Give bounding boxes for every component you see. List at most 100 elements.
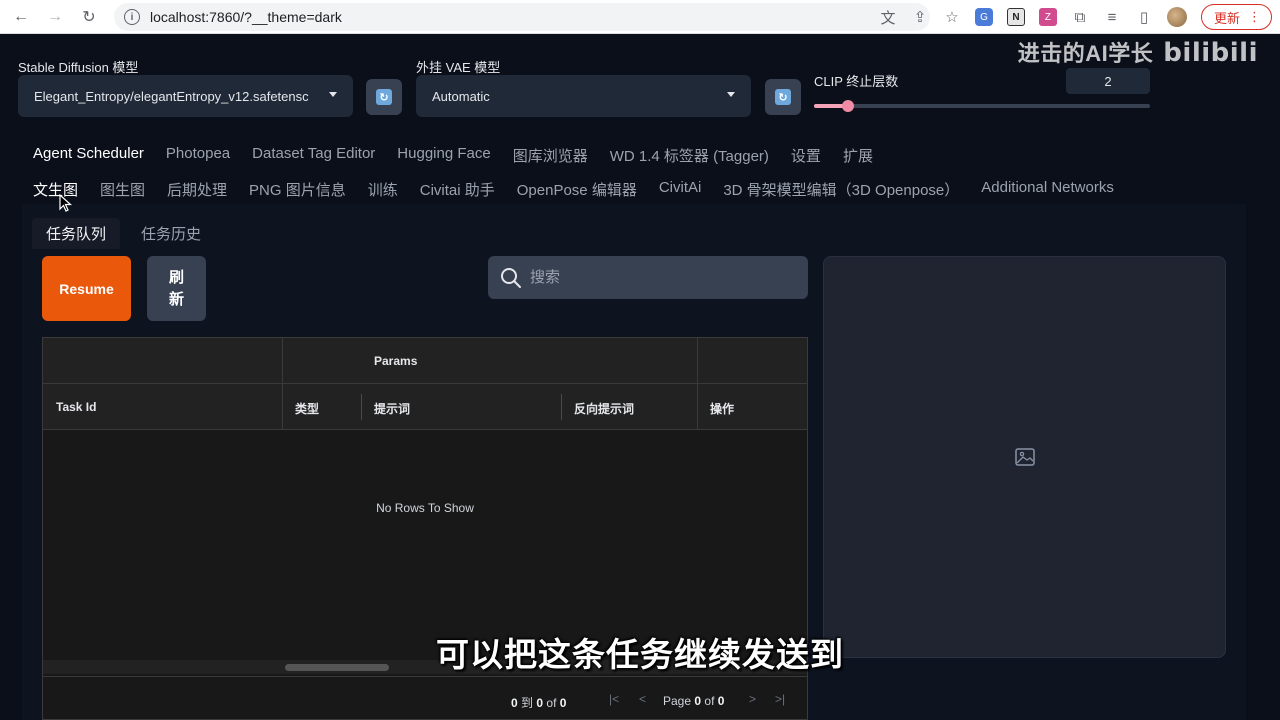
update-button[interactable]: 更新 ⋮ xyxy=(1200,4,1272,30)
column-divider xyxy=(697,338,698,430)
image-preview-area xyxy=(823,256,1226,658)
clip-skip-slider[interactable] xyxy=(814,100,1150,112)
tab-train[interactable]: 训练 xyxy=(357,179,409,200)
params-group-header: Params xyxy=(374,354,418,368)
page-indicator: Page 0 of 0 xyxy=(663,694,724,708)
refresh-icon: ↻ xyxy=(775,89,791,105)
tab-civitai[interactable]: CivitAi xyxy=(648,179,713,200)
first-page-icon[interactable]: |< xyxy=(609,692,619,706)
column-actions[interactable]: 操作 xyxy=(710,400,734,417)
sd-model-label: Stable Diffusion 模型 xyxy=(18,60,139,75)
tab-extensions[interactable]: 扩展 xyxy=(832,145,884,166)
column-negative-prompt[interactable]: 反向提示词 xyxy=(574,400,634,417)
tab-image-browser[interactable]: 图库浏览器 xyxy=(502,145,599,166)
extensions-puzzle-icon[interactable]: ⧉ xyxy=(1071,8,1089,26)
update-label: 更新 xyxy=(1213,10,1240,26)
row-total: 0 xyxy=(559,696,567,710)
resume-button[interactable]: Resume xyxy=(42,256,131,321)
no-rows-message: No Rows To Show xyxy=(376,501,474,515)
tab-img2img[interactable]: 图生图 xyxy=(89,179,156,200)
mouse-cursor-icon xyxy=(59,194,73,212)
tab-extras[interactable]: 后期处理 xyxy=(156,179,238,200)
previous-page-icon[interactable]: < xyxy=(639,692,646,706)
refresh-models-button[interactable]: ↻ xyxy=(366,79,402,115)
tab-wd-tagger[interactable]: WD 1.4 标签器 (Tagger) xyxy=(599,145,780,166)
browser-actions: 文 ⇪ ☆ G N Z ⧉ ≡ ▯ 更新 ⋮ xyxy=(879,3,1272,31)
address-bar[interactable]: i localhost:7860/?__theme=dark xyxy=(114,3,930,31)
more-menu-icon: ⋮ xyxy=(1248,9,1261,24)
task-search-box[interactable] xyxy=(488,256,808,299)
column-divider xyxy=(282,338,283,430)
refresh-button[interactable]: 刷新 xyxy=(147,256,206,321)
row-from: 0 xyxy=(511,696,518,710)
reload-icon[interactable]: ↻ xyxy=(74,2,104,32)
column-resize-handle[interactable] xyxy=(561,394,562,420)
vae-dropdown[interactable]: Automatic xyxy=(416,75,751,117)
row-summary: 0 到 0 of 0 xyxy=(511,694,566,711)
tabs-row-1: Agent Scheduler Photopea Dataset Tag Edi… xyxy=(22,145,884,166)
translate-icon[interactable]: 文 xyxy=(879,8,897,27)
forward-icon[interactable]: → xyxy=(40,2,70,32)
video-watermark: 进击的AI学长 bilibili xyxy=(1018,36,1258,68)
sd-model-dropdown[interactable]: Elegant_Entropy/elegantEntropy_v12.safet… xyxy=(18,75,353,117)
sd-model-value: Elegant_Entropy/elegantEntropy_v12.safet… xyxy=(34,88,309,104)
back-icon[interactable]: ← xyxy=(6,2,36,32)
last-page-icon[interactable]: >| xyxy=(775,692,785,706)
tab-dataset-tag-editor[interactable]: Dataset Tag Editor xyxy=(241,145,386,166)
translator-extension-icon[interactable]: G xyxy=(974,8,993,26)
column-resize-handle[interactable] xyxy=(361,394,362,420)
vae-label: 外挂 VAE 模型 xyxy=(416,60,501,75)
site-info-icon[interactable]: i xyxy=(124,9,140,25)
page-current: 0 xyxy=(694,694,702,708)
clip-skip-label: CLIP 终止层数 xyxy=(814,74,899,89)
page-of-word: of xyxy=(704,694,715,708)
share-icon[interactable]: ⇪ xyxy=(911,8,929,26)
refresh-icon: ↻ xyxy=(376,89,392,105)
tabs-row-2: 文生图 图生图 后期处理 PNG 图片信息 训练 Civitai 助手 Open… xyxy=(22,179,1125,200)
grid-header-row: Task Id 类型 提示词 反向提示词 操作 xyxy=(43,384,807,430)
row-of-word: of xyxy=(546,696,557,710)
clip-skip-number-input[interactable]: 2 xyxy=(1066,68,1150,94)
chevron-down-icon xyxy=(329,92,337,97)
tab-openpose-editor[interactable]: OpenPose 编辑器 xyxy=(506,179,648,200)
tab-agent-scheduler[interactable]: Agent Scheduler xyxy=(22,145,155,166)
tab-txt2img[interactable]: 文生图 xyxy=(22,179,89,200)
watermark-author: 进击的AI学长 xyxy=(1017,41,1154,66)
grid-pagination: 0 到 0 of 0 |< < Page 0 of 0 > >| xyxy=(43,676,807,720)
row-to: 0 xyxy=(536,696,544,710)
clip-skip-slider-handle[interactable] xyxy=(842,100,854,112)
page-word: Page xyxy=(663,694,692,708)
tab-settings[interactable]: 设置 xyxy=(780,145,832,166)
vae-value: Automatic xyxy=(432,88,490,104)
reading-list-icon[interactable]: ≡ xyxy=(1103,8,1121,26)
row-to-word: 到 xyxy=(521,696,534,710)
tab-task-history[interactable]: 任务历史 xyxy=(127,218,215,249)
video-subtitle: 可以把这条任务继续发送到 xyxy=(436,636,844,673)
chevron-down-icon xyxy=(727,92,735,97)
refresh-vae-button[interactable]: ↻ xyxy=(765,79,801,115)
profile-avatar[interactable] xyxy=(1166,7,1187,27)
side-panel-icon[interactable]: ▯ xyxy=(1135,8,1153,26)
tab-task-queue[interactable]: 任务队列 xyxy=(32,218,121,249)
search-input[interactable] xyxy=(530,269,790,286)
column-prompt[interactable]: 提示词 xyxy=(374,400,410,417)
pink-extension-icon[interactable]: Z xyxy=(1038,8,1057,26)
tab-png-info[interactable]: PNG 图片信息 xyxy=(238,179,357,200)
tab-3d-openpose[interactable]: 3D 骨架模型编辑（3D Openpose） xyxy=(712,179,970,200)
browser-toolbar: ← → ↻ i localhost:7860/?__theme=dark 文 ⇪… xyxy=(0,0,1280,34)
url-text: localhost:7860/?__theme=dark xyxy=(150,9,342,25)
search-icon xyxy=(501,267,521,288)
next-page-icon[interactable]: > xyxy=(749,692,756,706)
image-placeholder-icon xyxy=(1014,448,1035,466)
tab-hugging-face[interactable]: Hugging Face xyxy=(386,145,501,166)
tab-additional-networks[interactable]: Additional Networks xyxy=(970,179,1125,200)
column-task-id[interactable]: Task Id xyxy=(56,400,96,414)
tab-civitai-helper[interactable]: Civitai 助手 xyxy=(409,179,506,200)
bookmark-star-icon[interactable]: ☆ xyxy=(943,8,961,26)
notion-extension-icon[interactable]: N xyxy=(1006,8,1025,26)
grid-group-header-row: Params xyxy=(43,338,807,384)
page-total: 0 xyxy=(717,694,725,708)
bilibili-logo: bilibili xyxy=(1163,38,1258,68)
tab-photopea[interactable]: Photopea xyxy=(155,145,241,166)
column-type[interactable]: 类型 xyxy=(295,400,319,417)
